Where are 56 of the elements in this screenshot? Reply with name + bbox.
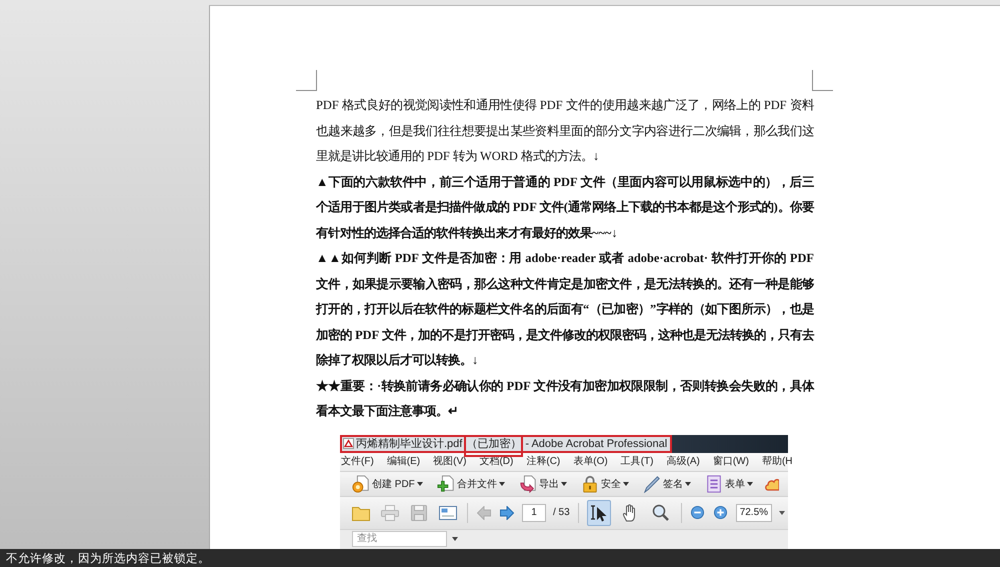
- caret-icon[interactable]: [778, 510, 785, 514]
- title-text: - Adobe Acrobat Professional: [525, 436, 668, 450]
- printer-icon: [381, 504, 399, 520]
- pdf-file-icon: [343, 438, 354, 449]
- toolbar-button[interactable]: 合并文件: [434, 472, 507, 494]
- hand-icon: [622, 504, 638, 522]
- title-text: 丙烯精制毕业设计.pdf: [356, 436, 462, 450]
- menu-item[interactable]: 工具(T): [620, 456, 654, 467]
- zoom-in-icon: [714, 506, 728, 519]
- paragraph: ▲▲如何判断 PDF 文件是否加密：用 adobe·reader 或者 adobe·acrobat· 软件打开你的 PDF 文件，如果提示要输入密码，那么这种文件肯定是加密文件，是无法转换的。还有一种是能够打开的，打开以后在软件的标题栏文件名的后面有“（已加密）”字样的（如下图所示），也是加密的 PDF 文件，加的不是打开密码，是文件修改的权限密码，这种也是无法转换的，只有去除掉了权限以后才可以转换。↓: [316, 250, 814, 369]
- find-field[interactable]: 查找: [352, 531, 447, 547]
- caret-icon: [684, 482, 691, 486]
- margin-corner-mark: [812, 70, 833, 91]
- page-number-field[interactable]: 1: [522, 504, 546, 522]
- document-gear-icon: [352, 474, 370, 492]
- page-count: / 53: [553, 507, 570, 518]
- zoom-out-icon: [691, 506, 704, 519]
- paragraph: PDF 格式良好的视觉阅读性和通用性使得 PDF 文件的使用越来越广泛了，网络上的 PDF 资料也越来越多，但是我们往往想要提出某些资料里面的部分文字内容进行二次编辑，那么我们这里就是讲比较通用的 PDF 转为 WORD 格式的方法。↓: [316, 97, 814, 165]
- document-arrow-icon: [518, 474, 537, 492]
- caret-icon: [560, 482, 567, 486]
- menu-item[interactable]: 视图(V): [433, 456, 466, 467]
- envelope-icon: [439, 506, 457, 520]
- toolbar-button[interactable]: 创建 PDF: [350, 472, 425, 494]
- title-text: （已加密）: [464, 434, 524, 456]
- menu-item[interactable]: 注释(C): [526, 456, 560, 467]
- magnifier-icon: [652, 504, 670, 521]
- right-arrow-icon: [500, 506, 514, 520]
- caret-icon[interactable]: [452, 537, 458, 541]
- caret-icon: [498, 482, 505, 486]
- menu-item[interactable]: 高级(A): [666, 456, 700, 467]
- menu-item[interactable]: 文件(F): [341, 456, 374, 467]
- save-icon: [411, 504, 427, 520]
- status-text: 不允许修改，因为所选内容已被锁定。: [6, 551, 210, 565]
- pen-icon: [642, 474, 661, 492]
- toolbar-button[interactable]: 导出: [516, 472, 569, 494]
- toolbar-button[interactable]: [586, 500, 611, 526]
- menu-item[interactable]: 帮助(H: [762, 456, 792, 467]
- select-cursor-icon: [590, 504, 608, 522]
- form-icon: [704, 474, 723, 492]
- left-arrow-icon: [477, 506, 491, 520]
- paragraph: ▲下面的六款软件中，前三个适用于普通的 PDF 文件（里面内容可以用鼠标选中的），后三个适用于图片类或者是扫描件做成的 PDF 文件(通常网络上下载的书本都是这个形式的)。你要有针对性的选择合适的软件转换出来才有最好的效果~~~↓: [316, 174, 814, 242]
- toolbar-button[interactable]: 签名: [640, 472, 693, 494]
- document-plus-icon: [436, 474, 455, 492]
- folder-icon: [352, 504, 370, 520]
- margin-corner-mark: [296, 70, 317, 91]
- caret-icon: [746, 482, 753, 486]
- menu-item[interactable]: 编辑(E): [386, 456, 420, 467]
- toolbar-button[interactable]: 安全: [578, 472, 631, 494]
- caret-icon: [416, 482, 423, 486]
- zoom-level-field[interactable]: 72.5%: [736, 504, 772, 522]
- padlock-icon: [580, 474, 599, 492]
- menu-item[interactable]: 窗口(W): [712, 456, 749, 467]
- caret-icon: [622, 482, 629, 486]
- menu-item[interactable]: 表单(O): [573, 456, 608, 467]
- paragraph: ★★重要：·转换前请务必确认你的 PDF 文件没有加密加权限限制，否则转换会失败的，具体看本文最下面注意事项。↵: [316, 378, 814, 420]
- toolbar-button[interactable]: 表单: [702, 472, 755, 494]
